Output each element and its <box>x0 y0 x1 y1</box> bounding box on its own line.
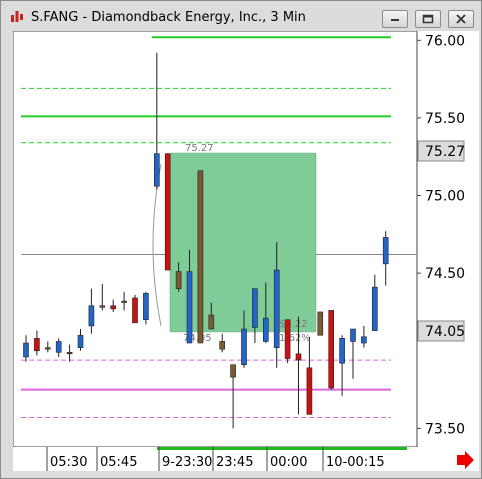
x-tick-label: 00:00 <box>270 455 307 470</box>
last-price-label: 74.05 <box>425 324 465 340</box>
candle-body <box>263 317 269 342</box>
restore-button[interactable] <box>415 10 441 28</box>
candle-body <box>132 297 138 324</box>
price-axis-background <box>417 31 479 447</box>
candle <box>317 311 324 336</box>
candle-body <box>273 269 280 348</box>
window-title: S.FANG - Diamondback Energy, Inc., 3 Min <box>31 10 306 25</box>
candle-body <box>328 310 335 389</box>
candle <box>164 153 171 271</box>
y-tick-label: 74.50 <box>425 266 465 282</box>
candle-body <box>110 305 116 310</box>
y-tick-label: 75.50 <box>425 111 465 127</box>
box-top-label: 75.27 <box>185 143 214 154</box>
candle-body <box>77 334 84 348</box>
x-tick-label: 23:45 <box>216 455 253 470</box>
candle-body <box>143 293 149 321</box>
candle <box>197 170 204 344</box>
candle-body <box>34 338 40 352</box>
candle <box>132 294 138 324</box>
close-button[interactable] <box>448 10 474 28</box>
title-bar[interactable]: S.FANG - Diamondback Energy, Inc., 3 Min <box>2 2 480 30</box>
candle-body <box>121 300 127 303</box>
box-percent-label: 1.62% <box>279 333 311 344</box>
candle-body <box>230 364 236 378</box>
candle-body <box>23 342 29 358</box>
minimize-button[interactable] <box>382 10 408 28</box>
candle-body <box>306 367 313 415</box>
x-axis-session-bar <box>157 447 407 450</box>
candle-body <box>66 352 73 355</box>
restore-icon <box>422 14 434 24</box>
y-tick-label: 76.00 <box>425 33 465 49</box>
candle-body <box>197 170 204 344</box>
candle-body <box>154 153 160 187</box>
candle-body <box>350 328 356 342</box>
candle <box>143 291 149 325</box>
candle-body <box>208 314 215 330</box>
app-icon <box>11 11 23 22</box>
candle-body <box>252 288 258 328</box>
candle <box>328 310 335 390</box>
candle-body <box>88 305 95 327</box>
candle-body <box>339 338 345 364</box>
candle <box>284 319 291 364</box>
minimize-icon <box>391 19 399 21</box>
candle-body <box>371 286 378 331</box>
candle-body <box>175 271 182 289</box>
y-tick-label: 75.00 <box>425 189 465 205</box>
y-tick-label: 73.50 <box>425 421 465 437</box>
candle-body <box>219 341 225 350</box>
candle-body <box>164 153 171 271</box>
candle-body <box>295 353 302 361</box>
candle-body <box>317 311 324 336</box>
x-tick-label: 10-00:15 <box>326 455 385 470</box>
close-icon <box>456 14 466 24</box>
chart-window: S.FANG - Diamondback Energy, Inc., 3 Min… <box>0 0 482 479</box>
candle-body <box>99 305 106 308</box>
chart-area[interactable]: 75.27 74.05 $1.22 1.62% 76.00 75.50 75.00 7… <box>13 31 479 471</box>
candle-body <box>241 328 247 366</box>
x-tick-label: 05:45 <box>100 455 137 470</box>
price-chart[interactable]: 75.27 74.05 $1.22 1.62% 76.00 75.50 75.00 7… <box>13 31 479 471</box>
x-tick-label: 9-23:30 <box>162 455 212 470</box>
box-amount-label: $1.22 <box>279 319 308 330</box>
candle-body <box>44 347 51 350</box>
x-tick-label: 05:30 <box>50 455 87 470</box>
candle-body <box>361 336 367 344</box>
candle-body <box>186 271 193 344</box>
candle-body <box>55 341 62 353</box>
current-price-label: 75.27 <box>425 144 465 160</box>
candle-body <box>382 237 389 265</box>
candle-body <box>284 319 291 359</box>
